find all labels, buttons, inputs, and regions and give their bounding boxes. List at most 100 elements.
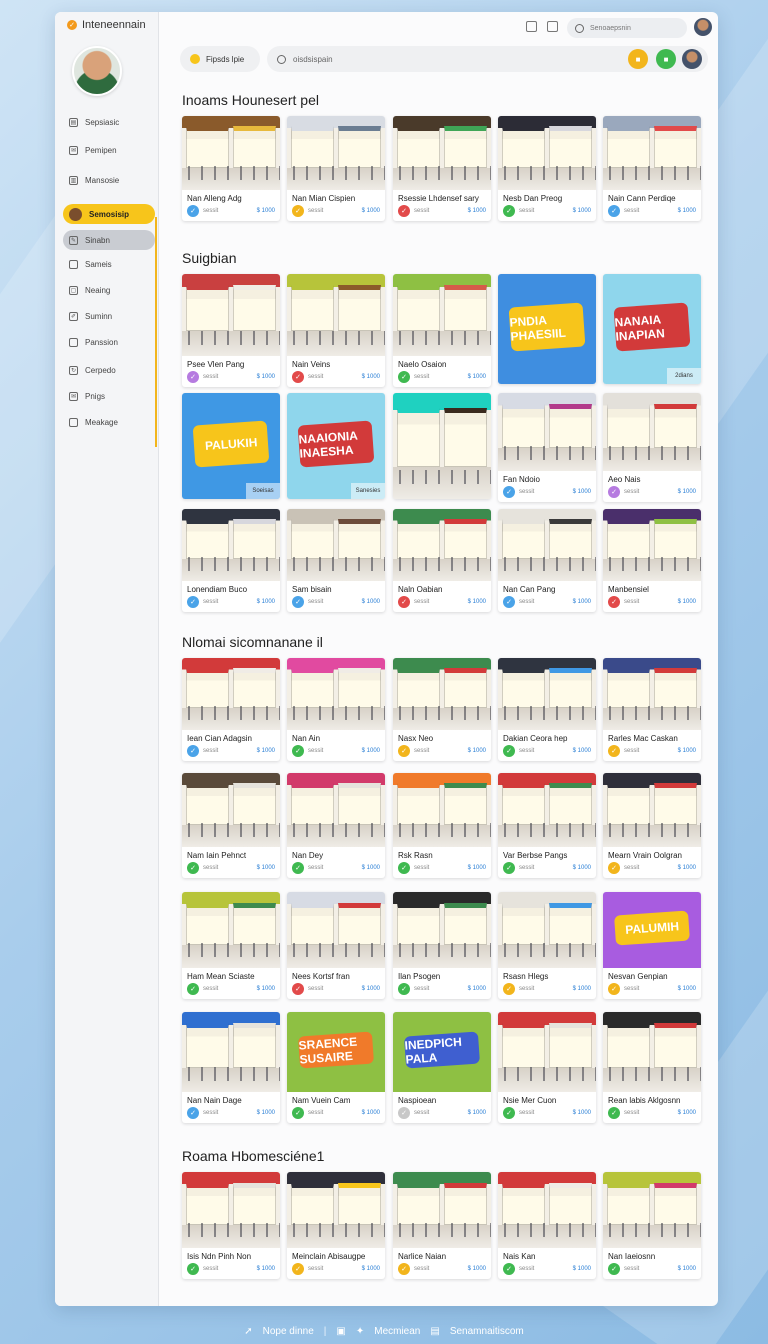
shoppers (393, 1223, 491, 1238)
card-price: $ 1000 (361, 1110, 380, 1116)
product-card[interactable]: Iean Cian Adagsin ✓ sessit $ 1000 (182, 658, 280, 761)
product-card[interactable]: PALUKIH Soeisas (182, 393, 280, 499)
sidebar-item[interactable]: ✉ Pnigs (63, 386, 155, 406)
account-avatar[interactable] (682, 49, 702, 69)
footer-left[interactable]: Nope dinne (263, 1326, 314, 1337)
section-title: Nlomai sicomnanane il (182, 634, 323, 650)
product-card[interactable] (393, 393, 491, 499)
product-card[interactable]: SRAENCE SUSAIRE Nam Vuein Cam ✓ sessit $ 100… (287, 1012, 385, 1123)
product-card[interactable]: Meinclain Abisaugpe ✓ sessit $ 1000 (287, 1172, 385, 1279)
sidebar-item[interactable]: Sameis (63, 254, 155, 274)
profile-avatar[interactable] (72, 46, 122, 96)
store-thumbnail (603, 116, 701, 190)
product-card[interactable]: Nan Can Pang ✓ sessit $ 1000 (498, 509, 596, 612)
product-card[interactable]: Manbensiel ✓ sessit $ 1000 (603, 509, 701, 612)
storefront (185, 668, 230, 709)
card-price: $ 1000 (572, 489, 591, 495)
sidebar-item-label: Neaing (85, 285, 111, 295)
filter-pill[interactable]: Fipsds lpie (180, 46, 260, 72)
card-price: $ 1000 (467, 1110, 486, 1116)
product-card[interactable]: Lonendiam Buco ✓ sessit $ 1000 (182, 509, 280, 612)
sidebar-item[interactable]: ↻ Cerpedo (63, 360, 155, 380)
product-card[interactable]: PALUMIH Nesvan Genpian ✓ sessit $ 1000 (603, 892, 701, 999)
product-card[interactable]: Rean labis Aklgosnn ✓ sessit $ 1000 (603, 1012, 701, 1123)
product-card[interactable]: Aeo Nais ✓ sessit $ 1000 (603, 393, 701, 502)
product-card[interactable]: Rsk Rasn ✓ sessit $ 1000 (393, 773, 491, 878)
product-card[interactable]: Naelo Osaion ✓ sessit $ 1000 (393, 274, 491, 387)
sidebar-item[interactable]: Panssion (63, 332, 155, 352)
sidebar-item-label: Cerpedo (85, 365, 116, 375)
calendar-icon[interactable] (526, 21, 537, 32)
store-thumbnail (287, 1172, 385, 1248)
product-card[interactable]: Nan Dey ✓ sessit $ 1000 (287, 773, 385, 878)
storefront (232, 1023, 277, 1068)
product-card[interactable]: Ilan Psogen ✓ sessit $ 1000 (393, 892, 491, 999)
window-icon[interactable] (547, 21, 558, 32)
store-thumbnail (182, 892, 280, 968)
messages-button[interactable]: ■ (656, 49, 676, 69)
sidebar-item[interactable]: ✎ Sinabn (63, 230, 155, 250)
product-card[interactable]: Rsasn Hlegs ✓ sessit $ 1000 (498, 892, 596, 999)
sidebar-item[interactable]: ▢ Neaing (63, 280, 155, 300)
card-meta: ✓ sessit $ 1000 (393, 204, 491, 221)
product-card[interactable]: Fan Ndoio ✓ sessit $ 1000 (498, 393, 596, 502)
product-card[interactable]: Rsessie Lhdensef sary ✓ sessit $ 1000 (393, 116, 491, 221)
product-card[interactable]: Sam bisain ✓ sessit $ 1000 (287, 509, 385, 612)
sidebar-item-label: Sepsiasic (85, 117, 120, 127)
card-subtitle: sessit (308, 748, 324, 754)
product-card[interactable]: Nan Mian Cispien ✓ sessit $ 1000 (287, 116, 385, 221)
sidebar-item[interactable]: ▤ Sepsiasic (63, 112, 155, 132)
product-card[interactable]: Nais Kan ✓ sessit $ 1000 (498, 1172, 596, 1279)
product-card[interactable]: Nain Veins ✓ sessit $ 1000 (287, 274, 385, 387)
product-card[interactable]: Nain Cann Perdiqe ✓ sessit $ 1000 (603, 116, 701, 221)
sidebar-item[interactable]: ✐ Suminn (63, 306, 155, 326)
card-subtitle: sessit (519, 599, 535, 605)
top-search-input[interactable]: Senoaepsnin (567, 18, 687, 38)
card-price: $ 1000 (361, 374, 380, 380)
product-card[interactable]: Mearn Vrain Oolgran ✓ sessit $ 1000 (603, 773, 701, 878)
card-meta: ✓ sessit $ 1000 (498, 982, 596, 999)
product-card[interactable]: Naln Oabian ✓ sessit $ 1000 (393, 509, 491, 612)
sidebar-item[interactable]: ▥ Mansosie (63, 170, 155, 190)
product-card[interactable]: Var Berbse Pangs ✓ sessit $ 1000 (498, 773, 596, 878)
product-card[interactable]: Rarles Mac Caskan ✓ sessit $ 1000 (603, 658, 701, 761)
product-card[interactable]: PNDIA PHAESIIL (498, 274, 596, 384)
user-icon (69, 207, 82, 221)
product-card[interactable]: Nam Iain Pehnct ✓ sessit $ 1000 (182, 773, 280, 878)
footer-middle[interactable]: Mecmiean (374, 1326, 420, 1337)
product-card[interactable]: Nsie Mer Cuon ✓ sessit $ 1000 (498, 1012, 596, 1123)
product-card[interactable]: Isis Ndn Pinh Non ✓ sessit $ 1000 (182, 1172, 280, 1279)
product-card[interactable]: Nees Kortsf fran ✓ sessit $ 1000 (287, 892, 385, 999)
store-thumbnail (498, 393, 596, 471)
user-avatar[interactable] (694, 18, 712, 36)
product-card[interactable]: Psee Vlen Pang ✓ sessit $ 1000 (182, 274, 280, 387)
storefront (290, 285, 335, 332)
product-card[interactable]: INEDPICH PALA Naspioean ✓ sessit $ 1000 (393, 1012, 491, 1123)
product-card[interactable]: Nan Iaeiosnn ✓ sessit $ 1000 (603, 1172, 701, 1279)
card-meta: ✓ sessit $ 1000 (498, 485, 596, 502)
shoppers (182, 1223, 280, 1238)
product-card[interactable]: Narlice Naian ✓ sessit $ 1000 (393, 1172, 491, 1279)
product-card[interactable]: Nan Nain Dage ✓ sessit $ 1000 (182, 1012, 280, 1123)
product-card[interactable]: Nan Ain ✓ sessit $ 1000 (287, 658, 385, 761)
sidebar-item[interactable]: Semosisip (63, 204, 155, 224)
sidebar-item[interactable]: ✉ Pemipen (63, 140, 155, 160)
footer-right[interactable]: Senamnaitiscom (450, 1326, 524, 1337)
product-card[interactable]: Dakian Ceora hep ✓ sessit $ 1000 (498, 658, 596, 761)
sidebar-item[interactable]: Meakage (63, 412, 155, 432)
product-card[interactable]: Ham Mean Sciaste ✓ sessit $ 1000 (182, 892, 280, 999)
product-card[interactable]: NANAIA INAPIAN 2dians (603, 274, 701, 384)
store-thumbnail (393, 116, 491, 190)
bird-icon[interactable]: ✦ (356, 1326, 364, 1337)
product-card[interactable]: Nesb Dan Preog ✓ sessit $ 1000 (498, 116, 596, 221)
brand[interactable]: ✓ Inteneennain (67, 19, 146, 31)
storefront (653, 1182, 698, 1226)
storefront (185, 1182, 230, 1226)
product-card[interactable]: Nan Alleng Adg ✓ sessit $ 1000 (182, 116, 280, 221)
product-card[interactable]: NAAIONIA INAESHA Sanesies (287, 393, 385, 499)
product-card[interactable]: Nasx Neo ✓ sessit $ 1000 (393, 658, 491, 761)
card-title: Nasx Neo (398, 734, 434, 743)
share-icon[interactable]: ▣ (336, 1326, 345, 1337)
notification-button[interactable]: ■ (628, 49, 648, 69)
card-meta: ✓ sessit $ 1000 (393, 370, 491, 387)
